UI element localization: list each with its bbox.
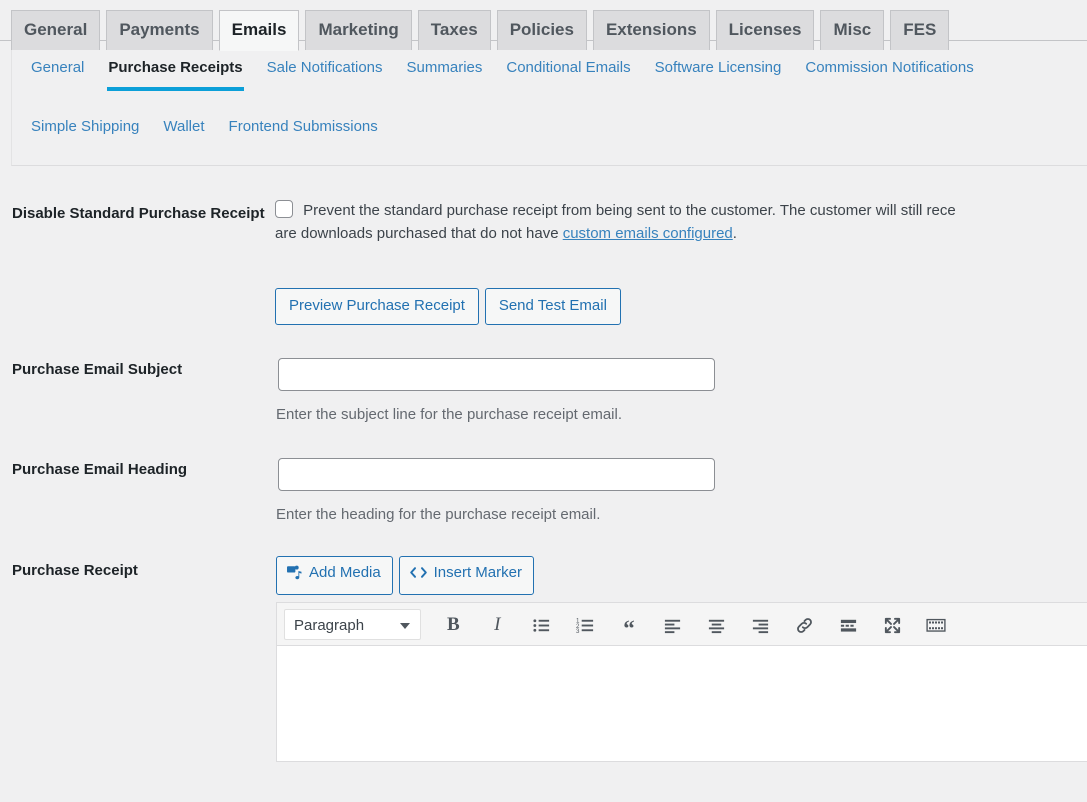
paragraph-format-select[interactable]: Paragraph bbox=[284, 609, 421, 640]
sub-nav-row-2: Simple Shipping Wallet Frontend Submission… bbox=[12, 110, 1087, 151]
tab-payments[interactable]: Payments bbox=[106, 10, 212, 50]
subtab-label: Wallet bbox=[163, 118, 204, 135]
subtab-label: General bbox=[31, 59, 84, 76]
subtab-simple-shipping[interactable]: Simple Shipping bbox=[30, 110, 140, 151]
chevron-down-icon bbox=[400, 623, 410, 629]
toolbar-toggle-icon[interactable] bbox=[921, 609, 952, 640]
bold-icon[interactable]: B bbox=[438, 609, 469, 640]
subtab-label: Commission Notifications bbox=[805, 59, 973, 76]
tab-general[interactable]: General bbox=[11, 10, 100, 50]
align-left-icon[interactable] bbox=[657, 609, 688, 640]
disable-receipt-description: Prevent the standard purchase receipt fr… bbox=[275, 199, 1077, 246]
purchase-email-subject-input[interactable] bbox=[278, 358, 715, 391]
disable-receipt-line-1: Prevent the standard purchase receipt fr… bbox=[275, 199, 1077, 222]
subtab-label: Simple Shipping bbox=[31, 118, 139, 135]
subtab-general[interactable]: General bbox=[30, 51, 85, 92]
tab-label: Policies bbox=[510, 20, 574, 39]
setting-row-purchase-receipt: Purchase Receipt Add Media bbox=[0, 541, 1087, 777]
tab-extensions[interactable]: Extensions bbox=[593, 10, 710, 50]
tab-emails[interactable]: Emails bbox=[219, 10, 300, 51]
svg-text:3: 3 bbox=[576, 628, 580, 635]
wp-editor-wrap: Paragraph B I bbox=[276, 602, 1087, 762]
send-test-email-button[interactable]: Send Test Email bbox=[485, 288, 621, 325]
code-brackets-icon bbox=[409, 564, 428, 589]
subtab-purchase-receipts[interactable]: Purchase Receipts bbox=[107, 51, 243, 92]
disable-receipt-line-2: are downloads purchased that do not have… bbox=[275, 222, 1077, 245]
tab-licenses[interactable]: Licenses bbox=[716, 10, 815, 50]
setting-row-purchase-email-heading: Purchase Email Heading Enter the heading… bbox=[0, 440, 1087, 541]
setting-row-disable-standard-purchase-receipt: Disable Standard Purchase Receipt Preven… bbox=[0, 184, 1087, 340]
bulleted-list-icon[interactable] bbox=[526, 609, 557, 640]
tab-policies[interactable]: Policies bbox=[497, 10, 587, 50]
subtab-label: Software Licensing bbox=[655, 59, 782, 76]
tab-taxes[interactable]: Taxes bbox=[418, 10, 491, 50]
tab-fes[interactable]: FES bbox=[890, 10, 949, 50]
custom-emails-configured-link[interactable]: custom emails configured bbox=[563, 225, 733, 242]
field-purchase-receipt: Add Media Insert Marker bbox=[275, 541, 1087, 777]
label-purchase-email-heading: Purchase Email Heading bbox=[0, 440, 275, 541]
fullscreen-icon[interactable] bbox=[877, 609, 908, 640]
disable-receipt-text-1: Prevent the standard purchase receipt fr… bbox=[303, 202, 956, 219]
tab-label: Misc bbox=[833, 20, 871, 39]
italic-icon[interactable]: I bbox=[482, 609, 513, 640]
tab-label: Emails bbox=[232, 20, 287, 39]
label-disable-standard-purchase-receipt: Disable Standard Purchase Receipt bbox=[0, 184, 275, 340]
insert-marker-button[interactable]: Insert Marker bbox=[399, 556, 534, 595]
tab-label: Marketing bbox=[318, 20, 398, 39]
settings-form-table: Disable Standard Purchase Receipt Preven… bbox=[0, 184, 1087, 777]
receipt-action-buttons: Preview Purchase Receipt Send Test Email bbox=[275, 288, 1077, 325]
tab-label: General bbox=[24, 20, 87, 39]
purchase-email-heading-description: Enter the heading for the purchase recei… bbox=[276, 504, 1077, 526]
tab-marketing[interactable]: Marketing bbox=[305, 10, 411, 50]
field-purchase-email-heading: Enter the heading for the purchase recei… bbox=[275, 440, 1087, 541]
tab-label: FES bbox=[903, 20, 936, 39]
field-disable-standard-purchase-receipt: Prevent the standard purchase receipt fr… bbox=[275, 184, 1087, 340]
add-media-label: Add Media bbox=[309, 564, 381, 581]
tab-label: Taxes bbox=[431, 20, 478, 39]
sub-navigation-panel: General Purchase Receipts Sale Notificatio… bbox=[11, 41, 1087, 166]
subtab-frontend-submissions[interactable]: Frontend Submissions bbox=[228, 110, 379, 151]
subtab-conditional-emails[interactable]: Conditional Emails bbox=[505, 51, 631, 92]
sub-nav-row-1: General Purchase Receipts Sale Notificatio… bbox=[12, 51, 1087, 92]
insert-read-more-icon[interactable] bbox=[833, 609, 864, 640]
disable-standard-purchase-receipt-checkbox[interactable] bbox=[275, 200, 293, 218]
subtab-label: Summaries bbox=[407, 59, 483, 76]
paragraph-format-label: Paragraph bbox=[294, 615, 364, 638]
add-media-button[interactable]: Add Media bbox=[276, 556, 393, 595]
subtab-label: Purchase Receipts bbox=[108, 59, 242, 76]
blockquote-icon[interactable]: “ bbox=[613, 609, 644, 640]
add-media-icon bbox=[286, 564, 303, 589]
subtab-sale-notifications[interactable]: Sale Notifications bbox=[266, 51, 384, 92]
setting-row-purchase-email-subject: Purchase Email Subject Enter the subject… bbox=[0, 340, 1087, 441]
purchase-email-heading-input[interactable] bbox=[278, 458, 715, 491]
subtab-label: Frontend Submissions bbox=[229, 118, 378, 135]
preview-purchase-receipt-button[interactable]: Preview Purchase Receipt bbox=[275, 288, 479, 325]
tab-label: Payments bbox=[119, 20, 199, 39]
tab-label: Licenses bbox=[729, 20, 802, 39]
field-purchase-email-subject: Enter the subject line for the purchase … bbox=[275, 340, 1087, 441]
subtab-commission-notifications[interactable]: Commission Notifications bbox=[804, 51, 974, 92]
subtab-label: Conditional Emails bbox=[506, 59, 630, 76]
editor-toolbar: Paragraph B I bbox=[277, 603, 1087, 646]
purchase-receipt-editor-content[interactable] bbox=[277, 646, 1087, 761]
insert-marker-label: Insert Marker bbox=[434, 564, 522, 581]
subtab-summaries[interactable]: Summaries bbox=[406, 51, 484, 92]
purchase-email-subject-description: Enter the subject line for the purchase … bbox=[276, 404, 1077, 426]
label-purchase-email-subject: Purchase Email Subject bbox=[0, 340, 275, 441]
label-purchase-receipt: Purchase Receipt bbox=[0, 541, 275, 777]
numbered-list-icon[interactable]: 1 2 3 bbox=[570, 609, 601, 640]
subtab-software-licensing[interactable]: Software Licensing bbox=[654, 51, 783, 92]
subtab-wallet[interactable]: Wallet bbox=[162, 110, 205, 151]
editor-media-buttons: Add Media Insert Marker bbox=[276, 556, 1077, 595]
tab-misc[interactable]: Misc bbox=[820, 10, 884, 50]
disable-receipt-text-3: . bbox=[733, 225, 737, 242]
insert-link-icon[interactable] bbox=[789, 609, 820, 640]
align-right-icon[interactable] bbox=[745, 609, 776, 640]
subtab-label: Sale Notifications bbox=[267, 59, 383, 76]
main-nav-tabs: General Payments Emails Marketing Taxes Polic… bbox=[0, 0, 1087, 41]
tab-label: Extensions bbox=[606, 20, 697, 39]
disable-receipt-text-2: are downloads purchased that do not have bbox=[275, 225, 563, 242]
align-center-icon[interactable] bbox=[701, 609, 732, 640]
